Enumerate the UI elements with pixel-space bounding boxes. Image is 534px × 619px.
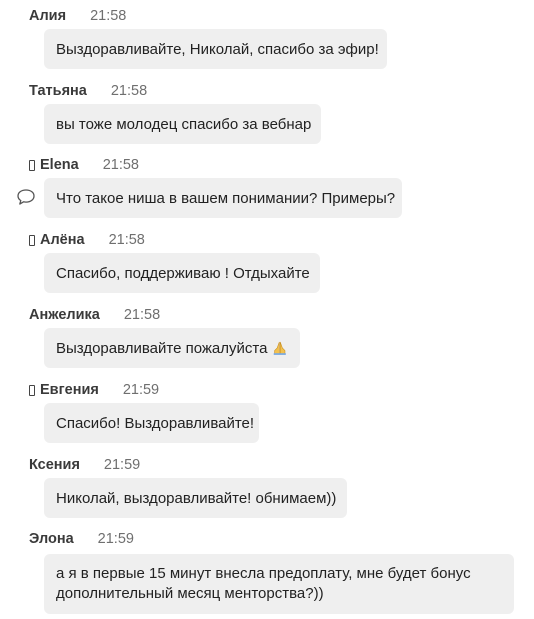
message-bubble: Выздоравливайте, Николай, спасибо за эфи… [44,29,387,69]
message-bubble: Спасибо, поддерживаю ! Отдыхайте [44,253,320,293]
message-author: Ксения [29,457,80,473]
message-text: а я в первые 15 минут внесла предоплату,… [56,565,471,602]
speech-bubble-icon[interactable] [16,188,36,206]
message-time: 21:59 [122,382,160,398]
message-bubble: Что такое ниша в вашем понимании? Пример… [44,178,402,218]
message-text: Выздоравливайте пожалуйста [56,339,268,357]
placeholder-glyph-icon [29,234,35,246]
folded-hands-icon [274,341,287,355]
message-time: 21:58 [108,232,145,248]
message-header: Элона 21:59 [29,529,134,549]
message-time: 21:59 [103,457,141,473]
placeholder-glyph-icon [29,384,35,396]
message-header: Алия 21:58 [29,6,126,26]
message-text: вы тоже молодец спасибо за вебнар [56,115,312,133]
message-time: 21:58 [123,307,161,323]
message-header: Ксения 21:59 [29,455,140,475]
message-text: Спасибо! Выздоравливайте! [56,414,255,432]
message-author: Алёна [40,232,85,248]
message-author: Алия [29,8,67,24]
message-header: Алёна 21:58 [29,230,145,250]
message-text: Что такое ниша в вашем понимании? Пример… [56,189,396,207]
message-bubble: Выздоравливайте пожалуйста [44,328,300,368]
message-author: Элона [29,531,74,547]
message-header: Татьяна 21:58 [29,81,147,101]
message-time: 21:58 [102,157,139,173]
message-text: Выздоравливайте, Николай, спасибо за эфи… [56,40,379,58]
message-time: 21:58 [110,83,148,99]
chat-feed: Алия 21:58 Выздоравливайте, Николай, спа… [0,0,534,619]
message-text: Николай, выздоравливайте! обнимаем)) [56,489,337,507]
message-header: Elena 21:58 [29,155,139,175]
message-author: Евгения [40,382,99,398]
message-author: Анжелика [29,307,100,323]
placeholder-glyph-icon [29,159,35,171]
message-text: Спасибо, поддерживаю ! Отдыхайте [56,264,310,282]
message-time: 21:58 [90,8,127,24]
message-bubble: Николай, выздоравливайте! обнимаем)) [44,478,347,518]
message-header: Евгения 21:59 [29,380,159,400]
message-author: Татьяна [29,83,87,99]
message-bubble: Спасибо! Выздоравливайте! [44,403,259,443]
message-bubble: а я в первые 15 минут внесла предоплату,… [44,554,514,614]
message-author: Elena [40,157,79,173]
message-header: Анжелика 21:58 [29,305,160,325]
message-bubble: вы тоже молодец спасибо за вебнар [44,104,321,144]
message-time: 21:59 [97,531,134,547]
